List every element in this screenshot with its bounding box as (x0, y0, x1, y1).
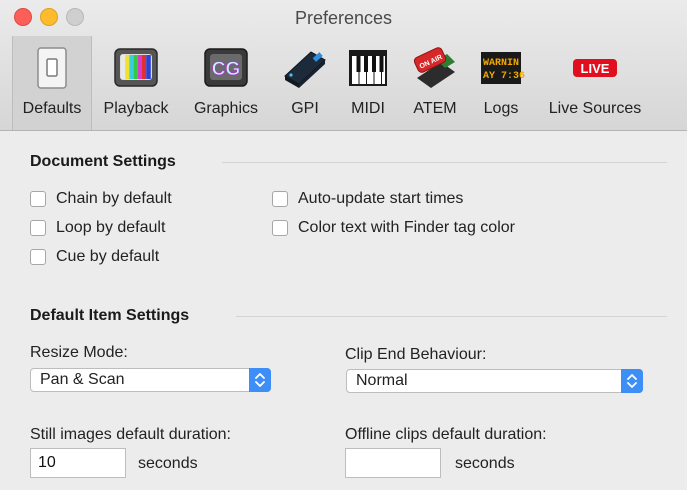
tab-gpi[interactable]: GPI (276, 36, 334, 130)
color-text-finder-tag-checkbox[interactable]: Color text with Finder tag color (272, 219, 515, 237)
document-settings-heading: Document Settings (30, 153, 176, 170)
tab-logs-label: Logs (483, 100, 519, 117)
resize-mode-select[interactable]: Pan & Scan (30, 368, 271, 392)
tab-graphics[interactable]: CG Graphics (182, 36, 270, 130)
tab-defaults[interactable]: Defaults (12, 36, 92, 130)
checkbox-box[interactable] (272, 191, 288, 207)
offline-clips-duration-label: Offline clips default duration: (345, 426, 547, 443)
resize-mode-value: Pan & Scan (40, 371, 125, 388)
resize-mode-label: Resize Mode: (30, 344, 128, 361)
clip-end-behaviour-label: Clip End Behaviour: (345, 346, 487, 363)
piano-keys-icon (349, 50, 387, 86)
chevron-updown-icon (249, 368, 271, 392)
loop-by-default-checkbox[interactable]: Loop by default (30, 219, 165, 237)
section-divider (222, 162, 667, 163)
still-images-duration-input[interactable]: 10 (30, 448, 126, 478)
checkbox-label: Color text with Finder tag color (298, 219, 515, 236)
tab-graphics-label: Graphics (193, 100, 259, 117)
tab-midi-label: MIDI (351, 100, 385, 117)
checkbox-label: Chain by default (56, 190, 172, 207)
logs-icon-text-1: WARNIN (483, 58, 519, 69)
cg-icon-text: CG (212, 59, 241, 80)
checkbox-box[interactable] (30, 191, 46, 207)
default-item-settings-heading: Default Item Settings (30, 307, 190, 324)
checkbox-label: Cue by default (56, 248, 160, 265)
still-duration-units: seconds (138, 455, 198, 472)
cg-icon: CG (204, 48, 248, 87)
tab-defaults-label: Defaults (22, 100, 82, 117)
window-title: Preferences (294, 8, 393, 28)
tab-playback-label: Playback (103, 100, 169, 117)
tab-logs[interactable]: WARNIN AY 7:36 Logs (474, 36, 528, 130)
preferences-window: Preferences Defaults Playback CG Graphic… (0, 0, 687, 490)
title-bar: Preferences Defaults Playback CG Graphic… (0, 0, 687, 131)
tv-icon (114, 48, 158, 87)
tab-atem-label: ATEM (413, 100, 457, 117)
tab-atem[interactable]: ON AIR ATEM (404, 36, 466, 130)
tab-midi[interactable]: MIDI (340, 36, 396, 130)
clip-end-value: Normal (356, 372, 408, 389)
tab-playback[interactable]: Playback (96, 36, 176, 130)
offline-duration-units: seconds (455, 455, 515, 472)
offline-clips-duration-input[interactable] (345, 448, 441, 478)
switch-icon (37, 47, 67, 89)
chain-by-default-checkbox[interactable]: Chain by default (30, 190, 172, 208)
checkbox-box[interactable] (272, 220, 288, 236)
auto-update-start-times-checkbox[interactable]: Auto-update start times (272, 190, 463, 208)
checkbox-label: Auto-update start times (298, 190, 464, 207)
tab-live-sources-label: Live Sources (548, 100, 642, 117)
still-images-duration-label: Still images default duration: (30, 426, 231, 443)
checkbox-box[interactable] (30, 220, 46, 236)
clip-end-behaviour-select[interactable]: Normal (346, 369, 643, 393)
cue-by-default-checkbox[interactable]: Cue by default (30, 248, 159, 266)
tab-gpi-label: GPI (291, 100, 319, 117)
checkbox-box[interactable] (30, 249, 46, 265)
gpi-box-icon (284, 51, 326, 88)
checkbox-label: Loop by default (56, 219, 166, 236)
on-air-switcher-icon: ON AIR (413, 47, 455, 88)
logs-icon-text-2: AY 7:36 (483, 71, 525, 82)
led-display-icon: WARNIN AY 7:36 (481, 52, 525, 84)
chevron-updown-icon (621, 369, 643, 393)
live-badge-icon: LIVE (573, 59, 617, 77)
tab-live-sources[interactable]: LIVE Live Sources (534, 36, 656, 130)
section-divider (236, 316, 667, 317)
live-badge-text: LIVE (581, 61, 610, 76)
